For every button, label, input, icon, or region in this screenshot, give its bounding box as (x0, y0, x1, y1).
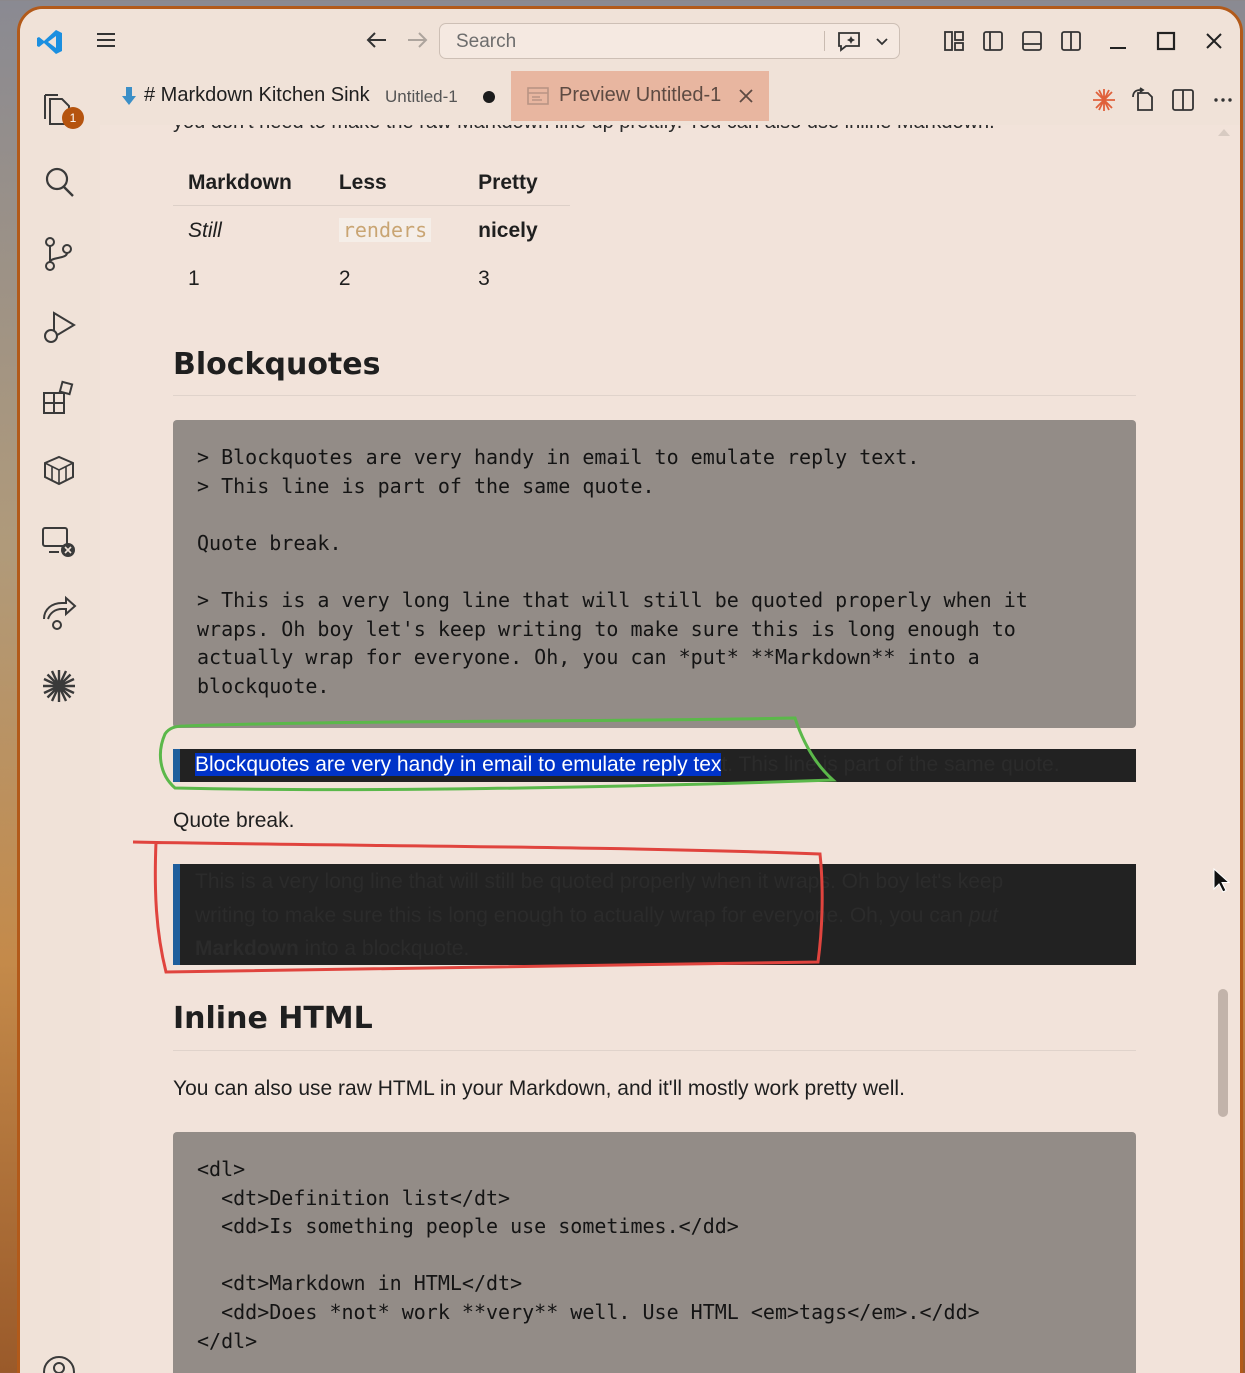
vertical-scrollbar[interactable] (1218, 989, 1228, 1117)
tab-markdown-kitchen-sink[interactable]: # Markdown Kitchen Sink Untitled-1 (100, 71, 510, 121)
command-center-search[interactable]: Search (439, 23, 900, 59)
title-bar: Search (20, 9, 1240, 71)
blockquote-1: Blockquotes are very handy in email to e… (173, 749, 1136, 782)
accounts-icon[interactable] (40, 1353, 78, 1373)
table-header-row: Markdown Less Pretty (173, 161, 570, 206)
table-cell: nicely (478, 218, 538, 242)
split-editor-icon[interactable] (1170, 87, 1196, 113)
code-block-html: <dl> <dt>Definition list</dt> <dd>Is som… (173, 1132, 1136, 1373)
table-cell: 3 (478, 267, 490, 290)
code-block-blockquotes: > Blockquotes are very handy in email to… (173, 420, 1136, 728)
back-arrow-icon[interactable] (364, 27, 390, 53)
partial-paragraph: you don't need to make the raw Markdown … (173, 125, 995, 134)
claude-icon[interactable] (40, 667, 78, 705)
blockquote-line: writing to make sure this is long enough… (195, 903, 999, 927)
explorer-badge: 1 (62, 107, 84, 129)
live-share-icon[interactable] (40, 595, 78, 633)
selected-text[interactable]: Blockquotes are very handy in email to e… (195, 753, 722, 776)
table-row: Still renders nicely (173, 206, 570, 256)
more-actions-icon[interactable] (1210, 87, 1236, 113)
packages-icon[interactable] (40, 451, 78, 489)
heading-divider (173, 1050, 1136, 1051)
tab-description: Untitled-1 (385, 87, 458, 106)
table-cell: Still (188, 218, 222, 242)
extensions-icon[interactable] (40, 379, 78, 417)
scroll-up-arrow-icon[interactable] (1217, 127, 1231, 137)
tab-title: # Markdown Kitchen Sink (144, 84, 370, 106)
source-control-icon[interactable] (40, 235, 78, 273)
table-header: Less (323, 161, 464, 206)
markdown-preview: you don't need to make the raw Markdown … (100, 125, 1240, 1373)
customize-layout-icon[interactable] (942, 29, 966, 53)
close-tab-icon[interactable] (737, 87, 755, 105)
tab-preview[interactable]: Preview Untitled-1 (511, 71, 769, 121)
remote-explorer-icon[interactable] (40, 523, 78, 561)
minimize-icon[interactable] (1106, 29, 1130, 53)
blockquote-text: t. This line is part of the same quote. (721, 753, 1060, 776)
table-header: Pretty (463, 161, 570, 206)
table-header: Markdown (173, 161, 324, 206)
tab-title: Preview Untitled-1 (559, 84, 722, 106)
activity-bar: 1 (20, 71, 100, 1373)
maximize-icon[interactable] (1154, 29, 1178, 53)
search-placeholder: Search (456, 31, 517, 52)
toggle-panel-icon[interactable] (1020, 29, 1044, 53)
blockquote-line: Markdown into a blockquote. (195, 937, 470, 960)
unsaved-dot-icon[interactable] (483, 91, 495, 103)
blockquote-2: This is a very long line that will still… (173, 864, 1136, 965)
mouse-cursor-icon (1213, 868, 1230, 893)
search-icon[interactable] (40, 163, 78, 201)
run-debug-icon[interactable] (40, 307, 78, 345)
open-source-icon[interactable] (1130, 87, 1156, 113)
search-separator (824, 31, 825, 51)
table-cell: 1 (188, 267, 200, 290)
forward-arrow-icon[interactable] (404, 27, 430, 53)
preview-icon (527, 87, 549, 105)
toggle-primary-sidebar-icon[interactable] (981, 29, 1005, 53)
heading-inline-html: Inline HTML (173, 1001, 373, 1036)
table-cell: 2 (338, 267, 351, 290)
claude-sparkle-icon[interactable] (1091, 87, 1117, 113)
inline-html-paragraph: You can also use raw HTML in your Markdo… (173, 1077, 905, 1100)
menu-icon[interactable] (94, 28, 118, 52)
blockquote-line: This is a very long line that will still… (195, 870, 1004, 893)
vscode-logo-icon (37, 30, 62, 54)
editor-tabs: # Markdown Kitchen Sink Untitled-1 Previ… (100, 71, 1240, 125)
toggle-secondary-sidebar-icon[interactable] (1059, 29, 1083, 53)
table-row: 1 2 3 (173, 255, 570, 303)
chat-sparkle-icon[interactable] (836, 30, 862, 52)
heading-blockquotes: Blockquotes (173, 347, 381, 382)
quote-break-paragraph: Quote break. (173, 809, 295, 832)
table-cell: renders (324, 206, 463, 256)
chevron-down-icon[interactable] (874, 33, 890, 49)
markdown-arrow-icon (122, 87, 136, 105)
vscode-window: Search 1 # Markdown Kitchen Sink Untitle… (17, 6, 1243, 1373)
close-window-icon[interactable] (1202, 29, 1226, 53)
heading-divider (173, 395, 1136, 396)
markdown-table: Markdown Less Pretty Still renders nicel… (173, 161, 570, 303)
